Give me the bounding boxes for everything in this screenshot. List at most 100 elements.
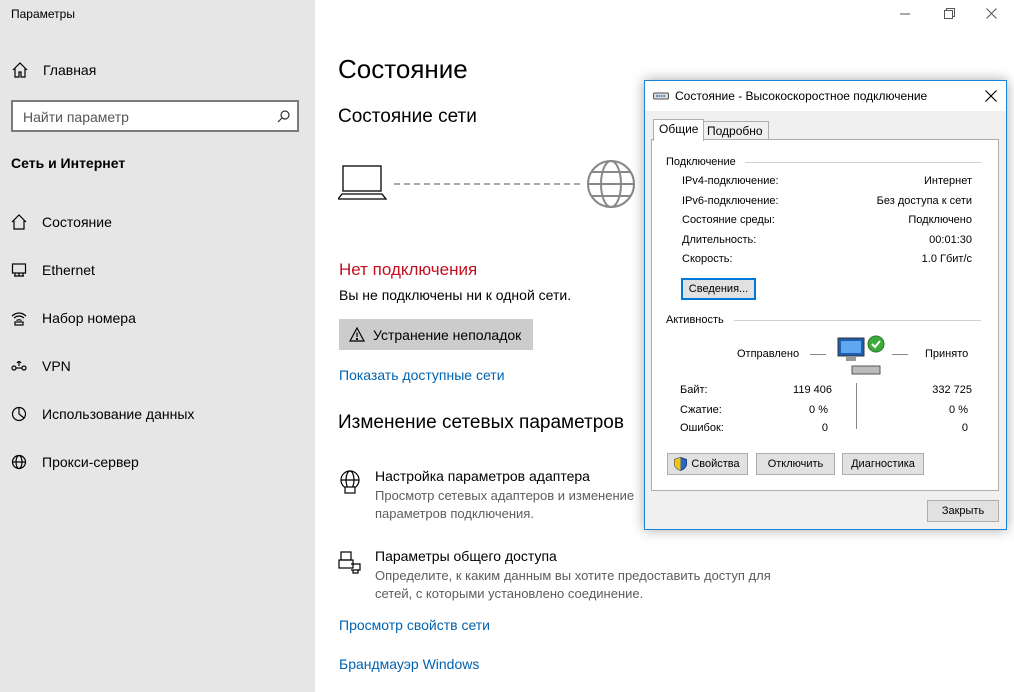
home-status-icon bbox=[11, 214, 27, 230]
no-connection-heading: Нет подключения bbox=[339, 260, 478, 279]
errors-label: Ошибок: bbox=[680, 422, 724, 434]
firewall-link[interactable]: Брандмауэр Windows bbox=[339, 656, 479, 672]
info-key: Длительность: bbox=[682, 234, 757, 246]
sent-label: Отправлено bbox=[737, 348, 800, 360]
page-title: Состояние bbox=[338, 54, 468, 84]
sidebar-item-label: Ethernet bbox=[42, 262, 95, 278]
compression-sent: 0 % bbox=[809, 404, 828, 416]
show-networks-link[interactable]: Показать доступные сети bbox=[339, 367, 505, 383]
info-key: Состояние среды: bbox=[682, 214, 775, 226]
vpn-icon bbox=[11, 360, 27, 371]
close-icon bbox=[986, 8, 997, 19]
ethernet-icon bbox=[11, 263, 27, 277]
dialog-titlebar[interactable]: Состояние - Высокоскоростное подключение bbox=[645, 81, 1006, 111]
activity-divider bbox=[856, 383, 857, 429]
sidebar-item-label: VPN bbox=[42, 358, 71, 374]
network-diagram bbox=[338, 160, 635, 208]
info-key: Скорость: bbox=[682, 253, 733, 265]
sidebar-item-status[interactable]: Состояние bbox=[0, 204, 315, 240]
sharing-settings-item[interactable]: Параметры общего доступа Определите, к к… bbox=[338, 548, 771, 604]
info-value: 00:01:30 bbox=[929, 234, 972, 246]
troubleshoot-label: Устранение неполадок bbox=[373, 327, 522, 343]
tab-general[interactable]: Общие bbox=[653, 119, 705, 141]
broadband-connection-icon bbox=[653, 92, 669, 100]
sidebar-item-label: Набор номера bbox=[42, 310, 136, 326]
change-settings-title: Изменение сетевых параметров bbox=[338, 412, 624, 433]
section-title: Сеть и Интернет bbox=[11, 155, 126, 171]
general-tab-panel: Подключение IPv4-подключение: Интернет I… bbox=[651, 139, 999, 491]
sidebar-item-label: Использование данных bbox=[42, 406, 195, 422]
info-value: 1.0 Гбит/с bbox=[921, 253, 972, 265]
sidebar-item-home[interactable]: Главная bbox=[0, 54, 315, 86]
connection-group-label: Подключение bbox=[666, 156, 736, 168]
errors-received: 0 bbox=[961, 422, 968, 434]
network-status-title: Состояние сети bbox=[338, 106, 477, 127]
sharing-settings-title: Параметры общего доступа bbox=[375, 548, 557, 564]
errors-sent: 0 bbox=[821, 422, 828, 434]
search-icon bbox=[277, 110, 290, 123]
compression-received: 0 % bbox=[949, 404, 968, 416]
dialog-close-action-button[interactable]: Закрыть bbox=[927, 500, 999, 522]
info-key: IPv4-подключение: bbox=[682, 175, 779, 187]
sidebar-item-label: Состояние bbox=[42, 214, 112, 230]
compression-label: Сжатие: bbox=[680, 404, 722, 416]
warning-icon bbox=[349, 327, 365, 342]
sharing-icon bbox=[338, 551, 361, 574]
properties-label: Свойства bbox=[691, 458, 740, 470]
info-value: Интернет bbox=[924, 175, 972, 187]
sharing-settings-desc: Определите, к каким данным вы хотите пре… bbox=[375, 568, 771, 601]
laptop-icon bbox=[338, 165, 388, 200]
sidebar-item-ethernet[interactable]: Ethernet bbox=[0, 252, 315, 288]
activity-group-label: Активность bbox=[666, 314, 724, 326]
group-divider bbox=[734, 320, 981, 321]
sidebar-item-data-usage[interactable]: Использование данных bbox=[0, 396, 315, 432]
info-row: IPv6-подключение: Без доступа к сети bbox=[682, 195, 972, 209]
dialup-icon bbox=[11, 312, 27, 326]
sidebar: Параметры Главная Найти параметр Сеть и … bbox=[0, 0, 315, 692]
disable-button[interactable]: Отключить bbox=[756, 453, 835, 475]
diagnose-button[interactable]: Диагностика bbox=[842, 453, 924, 475]
info-row: Состояние среды: Подключено bbox=[682, 214, 972, 228]
sidebar-item-label: Главная bbox=[43, 62, 97, 78]
close-icon bbox=[985, 90, 997, 102]
view-network-properties-link[interactable]: Просмотр свойств сети bbox=[339, 617, 490, 633]
minimize-button[interactable] bbox=[884, 0, 928, 28]
details-button[interactable]: Сведения... bbox=[681, 278, 756, 300]
data-usage-icon bbox=[11, 406, 27, 422]
maximize-button[interactable] bbox=[928, 0, 972, 28]
dialog-title: Состояние - Высокоскоростное подключение bbox=[675, 89, 928, 103]
group-divider bbox=[745, 162, 981, 163]
minimize-icon bbox=[900, 13, 910, 15]
bytes-received: 332 725 bbox=[932, 384, 972, 396]
sidebar-item-proxy[interactable]: Прокси-сервер bbox=[0, 444, 315, 480]
received-line bbox=[892, 354, 908, 355]
connection-status-dialog: Состояние - Высокоскоростное подключение… bbox=[644, 80, 1007, 530]
no-connection-text: Вы не подключены ни к одной сети. bbox=[339, 287, 572, 303]
info-value: Подключено bbox=[908, 214, 972, 226]
properties-button[interactable]: Свойства bbox=[667, 453, 748, 475]
info-row: Скорость: 1.0 Гбит/с bbox=[682, 253, 972, 267]
restore-icon bbox=[944, 8, 955, 19]
sidebar-item-label: Прокси-сервер bbox=[42, 454, 139, 470]
sent-line bbox=[810, 354, 826, 355]
tab-details[interactable]: Подробно bbox=[701, 121, 769, 141]
bytes-label: Байт: bbox=[680, 384, 708, 396]
close-window-button[interactable] bbox=[970, 0, 1014, 28]
home-icon bbox=[12, 62, 28, 78]
troubleshoot-button[interactable]: Устранение неполадок bbox=[339, 319, 533, 350]
dialog-close-button[interactable] bbox=[976, 81, 1006, 111]
globe-icon bbox=[11, 454, 27, 470]
info-row: IPv4-подключение: Интернет bbox=[682, 175, 972, 189]
app-title: Параметры bbox=[11, 7, 75, 21]
uac-shield-icon bbox=[674, 457, 687, 471]
sidebar-item-vpn[interactable]: VPN bbox=[0, 348, 315, 384]
info-value: Без доступа к сети bbox=[876, 195, 972, 207]
search-input[interactable]: Найти параметр bbox=[11, 100, 299, 132]
search-placeholder: Найти параметр bbox=[23, 109, 129, 125]
adapter-settings-title: Настройка параметров адаптера bbox=[375, 468, 590, 484]
received-label: Принято bbox=[925, 348, 969, 360]
info-key: IPv6-подключение: bbox=[682, 195, 779, 207]
bytes-sent: 119 406 bbox=[793, 384, 832, 396]
sidebar-item-dialup[interactable]: Набор номера bbox=[0, 300, 315, 336]
adapter-settings-desc: Просмотр сетевых адаптеров и изменение п… bbox=[375, 488, 635, 521]
